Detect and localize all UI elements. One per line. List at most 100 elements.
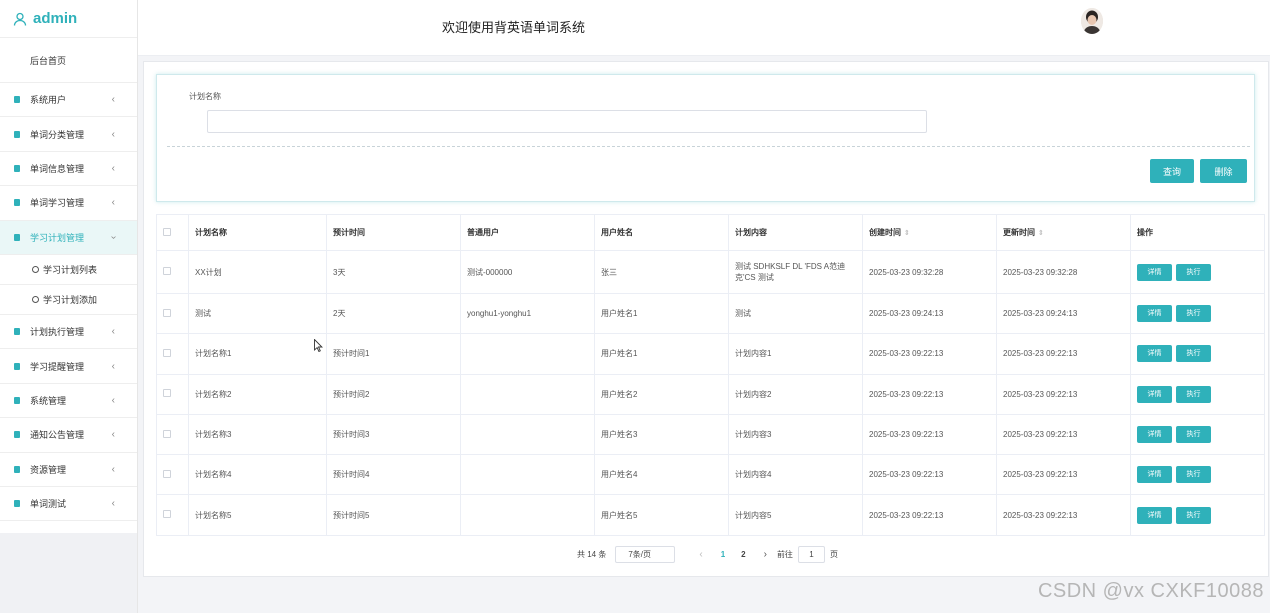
- sidebar-item-0[interactable]: 系统用户 ‹: [0, 83, 137, 118]
- plan-name-input[interactable]: [207, 110, 927, 133]
- brand[interactable]: admin: [0, 0, 137, 38]
- cell-created: 2025-03-23 09:22:13: [862, 413, 997, 456]
- cell-content: 计划内容1: [728, 333, 863, 375]
- execute-button[interactable]: 执行: [1176, 263, 1211, 281]
- sidebar-item-after-1[interactable]: 学习提醒管理 ‹: [0, 349, 137, 384]
- detail-button[interactable]: 详情: [1137, 345, 1172, 363]
- sidebar-item-3[interactable]: 单词学习管理 ‹: [0, 186, 137, 221]
- sidebar-item-plan-management[interactable]: 学习计划管理 ‹: [0, 220, 137, 255]
- select-all-checkbox[interactable]: [163, 227, 171, 236]
- cell-user: [460, 413, 595, 456]
- detail-button[interactable]: 详情: [1137, 466, 1172, 484]
- sort-icon[interactable]: ⇕: [1038, 230, 1044, 237]
- sidebar-item-after-2[interactable]: 系统管理 ‹: [0, 384, 137, 419]
- sidebar-item-2[interactable]: 单词信息管理 ‹: [0, 152, 137, 187]
- execute-button[interactable]: 执行: [1176, 426, 1211, 444]
- sidebar-subitem-plan-list[interactable]: 学习计划列表: [0, 255, 137, 285]
- sidebar-item-label: 单词信息管理: [30, 163, 85, 174]
- column-header-created[interactable]: 创建时间 ⇕: [862, 214, 997, 251]
- table-row[interactable]: 计划名称4 预计时间4 用户姓名4 计划内容4 2025-03-23 09:22:13 2…: [156, 454, 1265, 496]
- row-checkbox[interactable]: [163, 389, 171, 398]
- cell-content: 计划内容4: [728, 454, 863, 496]
- row-select-cell: [156, 494, 189, 536]
- cell-name: 测试: [188, 292, 327, 335]
- sidebar-subitem-label: 学习计划添加: [43, 294, 98, 305]
- row-select-cell: [156, 333, 189, 375]
- goto-page-input[interactable]: 1: [797, 546, 825, 563]
- column-header-label: 创建时间: [869, 228, 901, 237]
- delete-button[interactable]: 删除: [1200, 159, 1247, 183]
- cell-content: 计划内容5: [728, 494, 863, 536]
- row-checkbox[interactable]: [163, 308, 171, 317]
- sidebar-subitem-plan-add[interactable]: 学习计划添加: [0, 285, 137, 315]
- chevron-left-icon: ‹: [111, 463, 115, 475]
- detail-button[interactable]: 详情: [1137, 263, 1172, 281]
- cell-time: 预计时间3: [326, 413, 461, 456]
- table-row[interactable]: 计划名称2 预计时间2 用户姓名2 计划内容2 2025-03-23 09:22:13 2…: [156, 373, 1265, 415]
- sidebar-item-label: 学习计划管理: [30, 232, 85, 243]
- chevron-down-icon: ‹: [107, 235, 119, 239]
- page-number[interactable]: 1: [721, 550, 725, 559]
- column-header: 预计时间: [326, 214, 461, 251]
- cell-created: 2025-03-23 09:22:13: [862, 373, 997, 415]
- sidebar-footer: [0, 533, 137, 613]
- cell-updated: 2025-03-23 09:22:13: [996, 333, 1131, 375]
- brand-name: admin: [33, 10, 78, 27]
- table-row[interactable]: 计划名称3 预计时间3 用户姓名3 计划内容3 2025-03-23 09:22:13 2…: [156, 413, 1265, 456]
- menu-icon: [14, 431, 20, 439]
- search-panel: 计划名称 查询 删除: [156, 74, 1255, 202]
- sidebar-item-after-5[interactable]: 单词测试 ‹: [0, 487, 137, 522]
- avatar[interactable]: [1081, 8, 1103, 34]
- page-size-select[interactable]: 7条/页: [615, 546, 676, 563]
- cell-username: 用户姓名2: [594, 373, 729, 415]
- row-select-cell: [156, 373, 189, 415]
- divider: [167, 146, 1250, 147]
- cell-updated: 2025-03-23 09:22:13: [996, 373, 1131, 415]
- table-header-row: 计划名称 预计时间 普通用户 用户姓名 计划内容 创建时间 ⇕ 更新时间 ⇕ 操作: [156, 214, 1265, 251]
- table-row[interactable]: XX计划 3天 测试-000000 张三 测试 SDHKSLF DL 'FDS A范迪克…: [156, 250, 1265, 294]
- detail-button[interactable]: 详情: [1137, 385, 1172, 403]
- execute-button[interactable]: 执行: [1176, 506, 1211, 524]
- chevron-left-icon: ‹: [111, 498, 115, 510]
- cell-username: 张三: [594, 250, 729, 294]
- sidebar-item-after-4[interactable]: 资源管理 ‹: [0, 453, 137, 487]
- sidebar-item-label: 系统用户: [30, 95, 67, 106]
- mouse-cursor-icon: [314, 339, 323, 352]
- page-suffix: 页: [829, 550, 838, 559]
- column-header: 操作: [1130, 214, 1265, 251]
- chevron-left-icon: ‹: [111, 162, 115, 174]
- menu-icon: [14, 396, 20, 404]
- row-checkbox[interactable]: [163, 469, 171, 478]
- table-row[interactable]: 计划名称5 预计时间5 用户姓名5 计划内容5 2025-03-23 09:22:13 2…: [156, 494, 1265, 536]
- table-row[interactable]: 测试 2天 yonghu1-yonghu1 用户姓名1 测试 2025-03-23 09:…: [156, 292, 1265, 335]
- sidebar-item-after-3[interactable]: 通知公告管理 ‹: [0, 418, 137, 453]
- sidebar-item-label: 单词学习管理: [30, 198, 85, 209]
- cell-user: [460, 494, 595, 536]
- query-button[interactable]: 查询: [1150, 159, 1194, 183]
- sort-icon[interactable]: ⇕: [904, 230, 910, 237]
- execute-button[interactable]: 执行: [1176, 305, 1211, 323]
- execute-button[interactable]: 执行: [1176, 466, 1211, 484]
- sidebar-item-after-0[interactable]: 计划执行管理 ‹: [0, 315, 137, 350]
- next-page-icon[interactable]: ›: [764, 549, 767, 560]
- cell-time: 2天: [326, 292, 461, 335]
- sidebar-item-1[interactable]: 单词分类管理 ‹: [0, 117, 137, 152]
- menu-icon: [14, 233, 20, 241]
- page-number[interactable]: 2: [741, 550, 745, 559]
- row-checkbox[interactable]: [163, 429, 171, 438]
- detail-button[interactable]: 详情: [1137, 426, 1172, 444]
- sidebar-item-home[interactable]: 后台首页: [0, 38, 137, 83]
- cell-name: 计划名称3: [188, 413, 327, 456]
- column-header-updated[interactable]: 更新时间 ⇕: [996, 214, 1131, 251]
- detail-button[interactable]: 详情: [1137, 305, 1172, 323]
- execute-button[interactable]: 执行: [1176, 385, 1211, 403]
- sidebar-item-label: 通知公告管理: [30, 430, 85, 441]
- detail-button[interactable]: 详情: [1137, 506, 1172, 524]
- prev-page-icon[interactable]: ‹: [699, 549, 702, 560]
- sidebar-item-label: 计划执行管理: [30, 327, 85, 338]
- row-checkbox[interactable]: [163, 510, 171, 519]
- row-checkbox[interactable]: [163, 348, 171, 357]
- circle-check-icon: [32, 295, 39, 303]
- row-checkbox[interactable]: [163, 267, 171, 275]
- execute-button[interactable]: 执行: [1176, 345, 1211, 363]
